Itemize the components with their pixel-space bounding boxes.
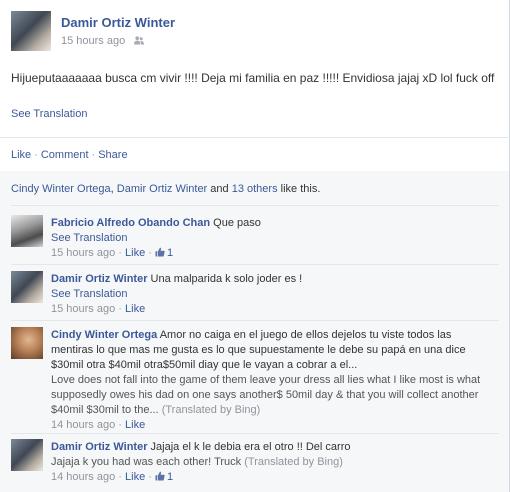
divider <box>0 137 510 138</box>
see-translation-link[interactable]: See Translation <box>11 108 87 120</box>
separator: · <box>118 471 122 483</box>
comment-timestamp[interactable]: 15 hours ago <box>51 247 115 259</box>
author-avatar[interactable] <box>11 11 51 51</box>
comment-timestamp[interactable]: 14 hours ago <box>51 471 115 483</box>
comment-meta: 15 hours ago · Like <box>51 302 491 317</box>
comment-link[interactable]: Comment <box>41 149 89 161</box>
like-link[interactable]: Like <box>11 149 31 161</box>
likes-summary: Cindy Winter Ortega, Damir Ortiz Winter … <box>11 183 320 195</box>
separator: · <box>91 149 96 161</box>
thumbs-up-icon <box>155 247 165 257</box>
commenter-avatar[interactable] <box>11 215 43 247</box>
comment-like-count[interactable]: 1 <box>167 471 173 483</box>
comment-translation: Jajaja k you had was each other! Truck <box>51 456 242 468</box>
see-translation-link[interactable]: See Translation <box>51 232 127 244</box>
comment-text: Jajaja el k le debia era el otro !! Del … <box>150 441 351 453</box>
translated-by-label: (Translated by Bing) <box>244 456 343 468</box>
share-link[interactable]: Share <box>98 149 127 161</box>
comment-body: Damir Ortiz Winter Jajaja el k le debia … <box>51 440 491 485</box>
author-name-link[interactable]: Damir Ortiz Winter <box>61 15 175 30</box>
comment-translation: Love does not fall into the game of them… <box>51 374 481 416</box>
divider <box>11 433 499 434</box>
comment-like-count[interactable]: 1 <box>167 247 173 259</box>
post-actions: Like · Comment · Share <box>11 149 128 161</box>
comment-like-link[interactable]: Like <box>125 303 145 315</box>
post-meta: 15 hours ago <box>61 35 145 47</box>
separator: · <box>118 247 122 259</box>
commenter-name-link[interactable]: Damir Ortiz Winter <box>51 273 147 285</box>
commenter-avatar[interactable] <box>11 327 43 359</box>
post-timestamp[interactable]: 15 hours ago <box>61 35 125 47</box>
separator: · <box>148 471 152 483</box>
divider <box>11 205 499 206</box>
likes-and: and <box>210 183 229 195</box>
comment-body: Fabricio Alfredo Obando Chan Que paso Se… <box>51 216 491 261</box>
separator: · <box>118 419 122 431</box>
likes-separator: , <box>110 183 114 195</box>
others-likers-link[interactable]: 13 others <box>232 183 278 195</box>
commenter-name-link[interactable]: Damir Ortiz Winter <box>51 441 147 453</box>
comment-body: Damir Ortiz Winter Una malparida k solo … <box>51 272 491 317</box>
commenter-avatar[interactable] <box>11 439 43 471</box>
translated-by-label: (Translated by Bing) <box>161 404 261 416</box>
thumbs-up-icon <box>155 471 165 481</box>
post-message: Hijueputaaaaaaa busca cm vivir !!!! Deja… <box>11 71 495 85</box>
comment-like-link[interactable]: Like <box>125 471 145 483</box>
divider <box>11 264 499 265</box>
comment-like-link[interactable]: Like <box>125 419 145 431</box>
comment-meta: 14 hours ago · Like · 1 <box>51 470 491 485</box>
comment-timestamp[interactable]: 14 hours ago <box>51 419 115 431</box>
comment-meta: 14 hours ago · Like <box>51 418 491 433</box>
friends-icon[interactable] <box>134 36 145 45</box>
likes-suffix: like this. <box>280 183 321 195</box>
separator: · <box>34 149 38 161</box>
comment-body: Cindy Winter Ortega Amor no caiga en el … <box>51 328 491 433</box>
comment-timestamp[interactable]: 15 hours ago <box>51 303 115 315</box>
commenter-name-link[interactable]: Fabricio Alfredo Obando Chan <box>51 217 210 229</box>
comment-text: Que paso <box>213 217 261 229</box>
separator: · <box>118 303 122 315</box>
separator: · <box>148 247 152 259</box>
comment-meta: 15 hours ago · Like · 1 <box>51 246 491 261</box>
liker-link[interactable]: Cindy Winter Ortega <box>11 183 111 195</box>
commenter-avatar[interactable] <box>11 271 43 303</box>
liker-link[interactable]: Damir Ortiz Winter <box>117 183 207 195</box>
see-translation-link[interactable]: See Translation <box>51 288 127 300</box>
divider <box>11 320 499 321</box>
commenter-name-link[interactable]: Cindy Winter Ortega <box>51 329 157 341</box>
comment-like-link[interactable]: Like <box>125 247 145 259</box>
comment-text: Una malparida k solo joder es ! <box>150 273 303 285</box>
news-feed-story: Damir Ortiz Winter 15 hours ago Hijueput… <box>0 0 510 492</box>
